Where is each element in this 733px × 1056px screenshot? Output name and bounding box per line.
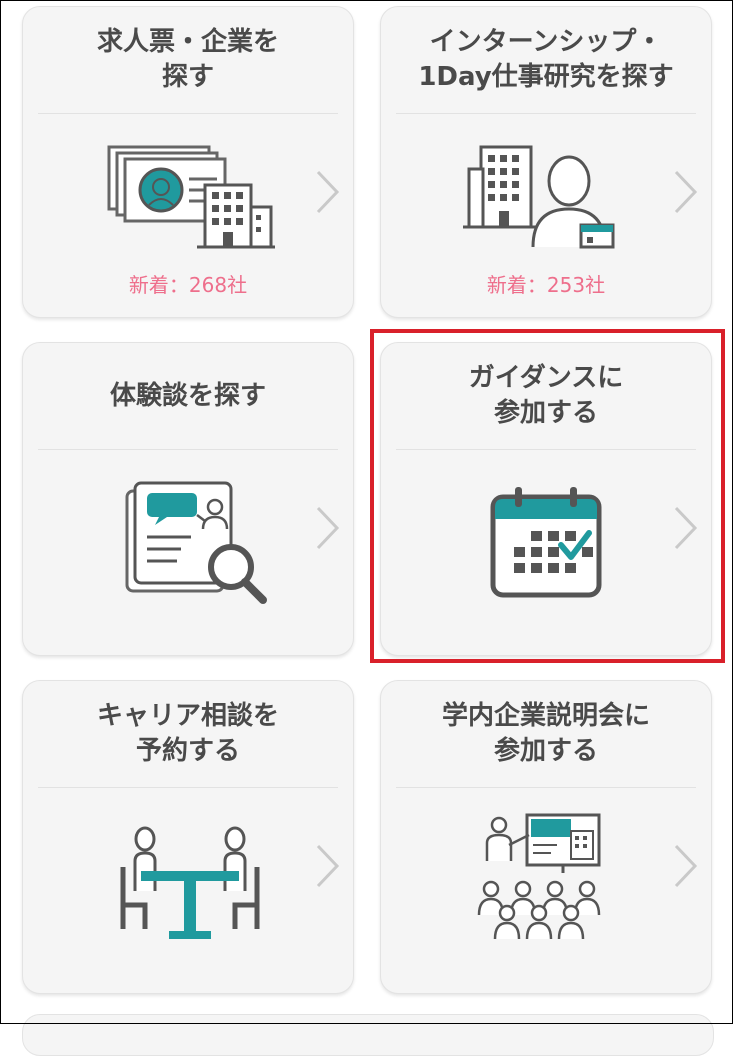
divider: [396, 787, 696, 788]
next-card-partial[interactable]: [22, 1014, 714, 1056]
experience-search-icon: [125, 481, 267, 604]
card-attend-campus-info-session[interactable]: 学内企業説明会に 参加する: [380, 680, 712, 994]
card-title: 体験談を探す: [109, 380, 266, 411]
chevron-right-icon: [316, 506, 340, 550]
career-consultation-icon: [120, 826, 260, 939]
card-attend-guidance[interactable]: ガイダンスに 参加する: [380, 342, 712, 656]
card-title: 求人票・企業を 探す: [96, 27, 279, 92]
divider: [38, 787, 338, 788]
card-search-job-postings[interactable]: 求人票・企業を 探す 新着：268社: [22, 6, 354, 318]
card-book-career-consultation[interactable]: キャリア相談を 予約する: [22, 680, 354, 994]
card-title: インターンシップ・ 1Day仕事研究を探す: [418, 27, 674, 92]
presentation-icon: [477, 813, 601, 940]
new-count-badge: 新着：268社: [128, 273, 248, 297]
calendar-icon: [490, 487, 602, 598]
divider: [396, 449, 696, 450]
divider: [38, 449, 338, 450]
card-search-internships[interactable]: インターンシップ・ 1Day仕事研究を探す 新着：253社: [380, 6, 712, 318]
internship-icon: [463, 145, 615, 249]
company-search-icon: [107, 145, 275, 249]
card-search-experiences[interactable]: 体験談を探す: [22, 342, 354, 656]
card-title: キャリア相談を 予約する: [96, 701, 279, 766]
chevron-right-icon: [674, 170, 698, 214]
card-title: 学内企業説明会に 参加する: [441, 701, 650, 766]
chevron-right-icon: [316, 844, 340, 888]
chevron-right-icon: [316, 170, 340, 214]
chevron-right-icon: [674, 506, 698, 550]
card-title: ガイダンスに 参加する: [468, 363, 624, 428]
new-count-badge: 新着：253社: [486, 273, 606, 297]
divider: [396, 113, 696, 114]
chevron-right-icon: [674, 844, 698, 888]
divider: [38, 113, 338, 114]
